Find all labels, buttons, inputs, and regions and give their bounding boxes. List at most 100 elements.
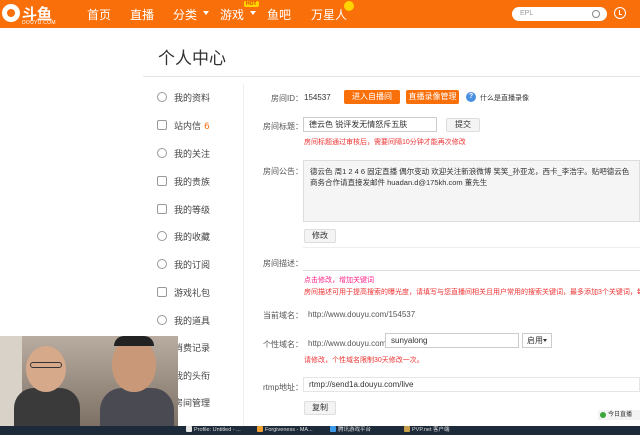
sidebar-item-label: 我的订阅: [174, 261, 211, 271]
webcam-overlay: [0, 336, 178, 426]
mail-icon: [157, 120, 167, 130]
add-keyword-hint[interactable]: 点击修改，增加关键词: [304, 275, 374, 285]
help-question-icon[interactable]: ?: [466, 92, 476, 102]
room-desc-label: 房间描述：: [263, 259, 303, 268]
fish-logo-icon: [2, 4, 20, 22]
sidebar-item-messages[interactable]: 站内信 6: [157, 119, 242, 133]
glasses-icon: [30, 362, 62, 368]
top-nav: 斗鱼 DOUYU.COM 首页 直播 分类 游戏 HOT 鱼吧 万星人 EPL: [0, 0, 640, 28]
rtmp-label: rtmp地址：: [263, 383, 303, 392]
history-clock-icon[interactable]: [614, 7, 626, 19]
streamer-left-head: [26, 346, 66, 392]
streamer-right-body: [100, 388, 174, 426]
logo-subtext: DOUYU.COM: [22, 20, 56, 26]
title-review-note: 房间标题通过审核后，需要间隔10分钟才能再次修改: [304, 139, 466, 146]
app-icon: [330, 426, 336, 432]
crown-icon: [157, 176, 167, 186]
current-domain-label: 当前域名：: [263, 311, 303, 320]
room-notice-label: 房间公告：: [263, 167, 303, 176]
user-icon: [157, 92, 167, 102]
nav-home[interactable]: 首页: [87, 6, 111, 23]
page-title: 个人中心: [158, 49, 226, 69]
subscribe-icon: [157, 259, 167, 269]
sidebar-item-profile[interactable]: 我的资料: [157, 91, 242, 105]
search-placeholder: EPL: [520, 10, 534, 17]
room-id-value: 154537: [304, 93, 331, 102]
section-divider: [303, 247, 640, 248]
level-icon: [157, 204, 167, 214]
search-input[interactable]: EPL: [512, 7, 607, 21]
copy-rtmp-button[interactable]: 复制: [304, 401, 336, 415]
gift-icon: [157, 287, 167, 297]
taskbar-item-tencent[interactable]: 腾讯游戏平台: [330, 426, 371, 435]
star-icon: [157, 231, 167, 241]
heart-icon: [157, 148, 167, 158]
room-notice-textarea[interactable]: 德云色 周1 2 4 6 固定直播 偶尔变动 欢迎关注新浪微博 笑笑_孙亚龙，西…: [303, 160, 640, 222]
sidebar-item-label: 消费记录: [174, 344, 211, 354]
current-domain-value: http://www.douyu.com/154537: [308, 310, 416, 319]
search-icon[interactable]: [592, 10, 600, 18]
streamer-left-body: [14, 388, 80, 426]
sidebar-item-label: 我的贵族: [174, 178, 211, 188]
room-title-input[interactable]: 德云色 锐评发无情怒斥五肤: [303, 117, 437, 132]
custom-domain-note: 请修改，个性域名限制30天修改一次。: [304, 357, 424, 364]
custom-domain-prefix: http://www.douyu.com/: [308, 339, 389, 348]
windows-taskbar: Profile: Untitled - ... Forgiveness - MA…: [0, 426, 640, 435]
room-id-label: 房间ID：: [271, 94, 303, 103]
enter-room-button[interactable]: 进入自播间: [344, 90, 400, 104]
edit-notice-button[interactable]: 修改: [304, 229, 336, 243]
sidebar-item-label: 我的道具: [174, 317, 211, 327]
live-status-widget[interactable]: 今日直播: [598, 410, 640, 420]
nav-live[interactable]: 直播: [130, 6, 154, 23]
desc-note: 房间描述可用于提高搜索的曝光度，请填写与您直播间相关且用户常用的搜索关键词，最多…: [304, 289, 640, 296]
desc-input-line[interactable]: [303, 270, 640, 271]
sidebar-item-subscriptions[interactable]: 我的订阅: [157, 258, 242, 272]
douyu-logo[interactable]: 斗鱼 DOUYU.COM: [2, 2, 64, 26]
app-icon: [186, 426, 192, 432]
taskbar-item-label: Forgiveness - MA...: [265, 427, 313, 433]
what-is-recording-link[interactable]: 什么是直播录像: [480, 93, 529, 103]
sidebar-item-level[interactable]: 我的等级: [157, 203, 242, 217]
domain-status-select[interactable]: 启用: [522, 333, 552, 348]
sidebar-item-label: 房间管理: [174, 399, 211, 409]
sidebar-item-label: 我的等级: [174, 206, 211, 216]
sidebar-item-label: 我的头衔: [174, 372, 211, 382]
nav-category[interactable]: 分类: [173, 6, 197, 23]
nav-wanxingren[interactable]: 万星人: [311, 6, 347, 23]
sidebar-item-label: 站内信 6: [174, 119, 210, 132]
title-divider: [143, 76, 640, 77]
new-badge-icon: [344, 1, 354, 11]
room-title-label: 房间标题：: [263, 122, 303, 131]
app-icon: [404, 426, 410, 432]
sidebar-item-label: 我的收藏: [174, 233, 211, 243]
streamer-right-head: [112, 338, 156, 392]
sidebar-item-label: 我的资料: [174, 94, 211, 104]
sidebar-item-props[interactable]: 我的道具: [157, 314, 242, 328]
taskbar-item-pvpnet[interactable]: PVP.net 客户端: [404, 426, 450, 435]
sidebar-item-favorites[interactable]: 我的收藏: [157, 230, 242, 244]
nav-fishbar[interactable]: 鱼吧: [267, 6, 291, 23]
nav-games[interactable]: 游戏: [220, 6, 244, 23]
sidebar-item-label: 我的关注: [174, 150, 211, 160]
sidebar-item-label: 游戏礼包: [174, 289, 211, 299]
taskbar-item-label: 腾讯游戏平台: [338, 427, 372, 433]
app-icon: [257, 426, 263, 432]
custom-domain-label: 个性域名：: [263, 340, 303, 349]
sidebar-item-follow[interactable]: 我的关注: [157, 147, 242, 161]
recording-manage-button[interactable]: 直播录像管理: [406, 90, 459, 104]
hot-badge: HOT: [244, 1, 259, 7]
chevron-down-icon[interactable]: [203, 11, 209, 15]
sidebar-item-noble[interactable]: 我的贵族: [157, 175, 242, 189]
props-icon: [157, 315, 167, 325]
taskbar-item-profile[interactable]: Profile: Untitled - ...: [186, 426, 241, 435]
taskbar-item-label: PVP.net 客户端: [412, 427, 450, 433]
streamer-right-hair: [114, 336, 154, 346]
sidebar-item-game-gifts[interactable]: 游戏礼包: [157, 286, 242, 300]
submit-title-button[interactable]: 提交: [446, 118, 480, 132]
custom-domain-input[interactable]: sunyalong: [385, 333, 519, 348]
rtmp-address-input[interactable]: rtmp://send1a.douyu.com/live: [303, 377, 640, 392]
chevron-down-icon[interactable]: [250, 11, 256, 15]
taskbar-item-forgiveness[interactable]: Forgiveness - MA...: [257, 426, 313, 435]
taskbar-item-label: Profile: Untitled - ...: [194, 427, 241, 433]
sidebar-item-text: 站内信: [174, 122, 202, 132]
